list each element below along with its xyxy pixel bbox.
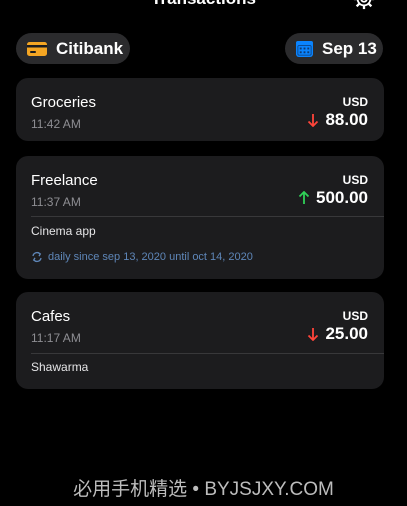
repeat-icon: [32, 251, 42, 263]
amount-row: 500.00: [298, 188, 368, 208]
transaction-name: Cafes: [31, 308, 71, 325]
transaction-amount: 25.00: [325, 324, 368, 343]
calendar-icon: [296, 40, 313, 57]
date-label: Sep 13: [322, 38, 377, 58]
amount-row: 25.00: [307, 324, 368, 344]
transaction-time: 11:17 AM: [31, 331, 81, 345]
arrow-down-icon: [308, 328, 319, 341]
amount-row: 88.00: [307, 110, 368, 130]
header: Transactions: [0, 0, 407, 12]
transaction-card[interactable]: Groceries 11:42 AM USD 88.00: [16, 78, 384, 141]
arrow-up-icon: [298, 191, 310, 204]
arrow-down-icon: [308, 114, 319, 127]
transaction-amount: 500.00: [316, 188, 368, 207]
transaction-time: 11:42 AM: [31, 117, 81, 131]
recurrence-info: daily since sep 13, 2020 until oct 14, 2…: [31, 251, 253, 263]
transaction-currency: USD: [342, 173, 368, 187]
account-selector-button[interactable]: Citibank: [16, 33, 130, 64]
page-title: Transactions: [0, 0, 407, 9]
date-selector-button[interactable]: Sep 13: [285, 33, 383, 64]
transaction-currency: USD: [342, 309, 368, 323]
transaction-amount: 88.00: [325, 110, 368, 129]
account-name: Citibank: [56, 38, 124, 58]
transaction-name: Freelance: [31, 172, 98, 189]
watermark: 必用手机精选 • BYJSJXY.COM: [73, 479, 334, 500]
transaction-name: Groceries: [31, 94, 97, 111]
gear-icon[interactable]: [353, 0, 375, 10]
transaction-card[interactable]: Cafes 11:17 AM USD 25.00 Shawarma: [16, 292, 384, 389]
divider: [31, 353, 384, 354]
divider: [31, 216, 384, 217]
transaction-note: Shawarma: [31, 360, 89, 374]
transaction-time: 11:37 AM: [31, 195, 81, 209]
transaction-note: Cinema app: [31, 224, 96, 238]
transaction-currency: USD: [342, 95, 368, 109]
recurrence-text: daily since sep 13, 2020 until oct 14, 2…: [48, 251, 253, 263]
credit-card-icon: [27, 41, 47, 56]
transaction-card[interactable]: Freelance 11:37 AM USD 500.00 Cinema app…: [16, 156, 384, 279]
